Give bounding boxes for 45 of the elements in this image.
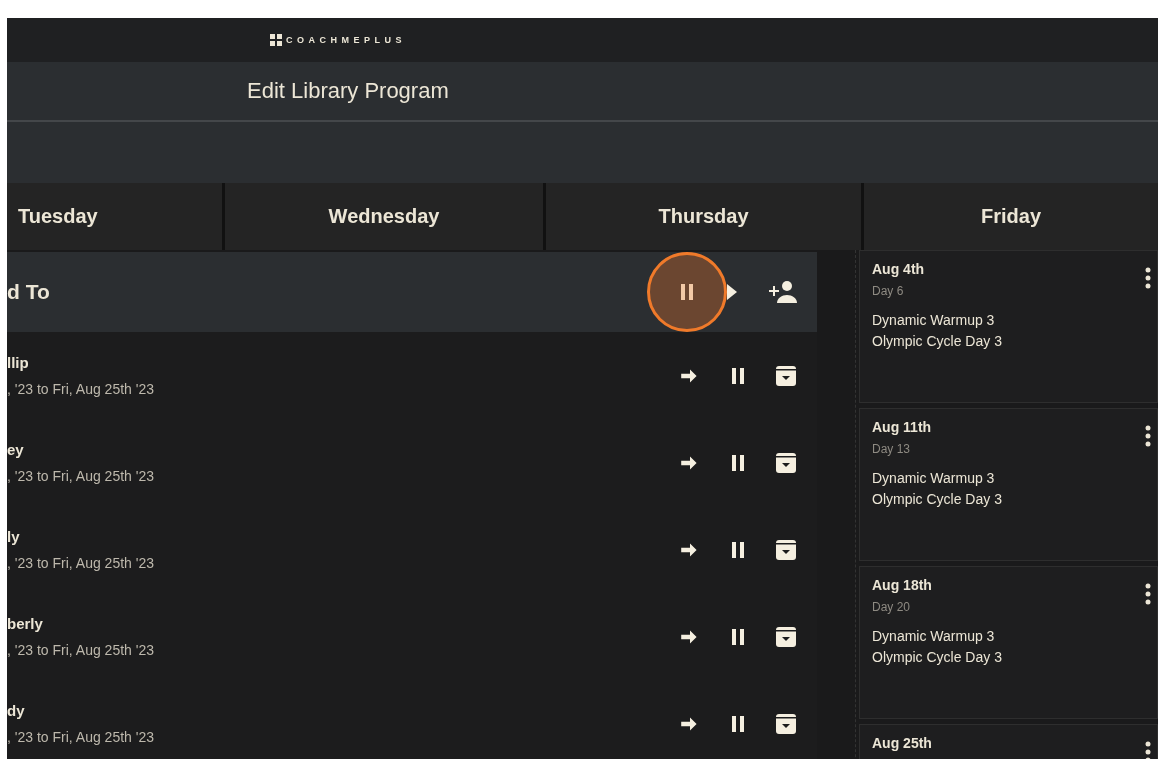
workout-name: Olympic Cycle Day 3	[872, 333, 1003, 349]
pause-icon	[680, 284, 694, 300]
athlete-name: dy	[7, 702, 26, 719]
logo-text: COACHMEPLUS	[286, 35, 406, 45]
card-date: Aug 4th	[872, 261, 926, 277]
date-range: , '23 to Fri, Aug 25th '23	[7, 468, 154, 484]
date-range: , '23 to Fri, Aug 25th '23	[7, 729, 154, 745]
workout-name: Olympic Cycle Day 3	[872, 491, 1003, 507]
workout-name: Dynamic Warmup 3	[872, 628, 996, 644]
athlete-name: ly	[7, 528, 21, 545]
more-icon[interactable]	[1145, 741, 1151, 759]
workout-card[interactable]: Aug 25th	[859, 724, 1158, 759]
day-header: Wednesday	[225, 183, 543, 250]
archive-icon[interactable]	[775, 451, 797, 474]
more-icon[interactable]	[1145, 267, 1151, 289]
day-header: Friday	[864, 183, 1158, 250]
panel-title: d To	[7, 280, 50, 304]
workout-name: Dynamic Warmup 3	[872, 470, 996, 486]
date-range: , '23 to Fri, Aug 25th '23	[7, 381, 154, 397]
more-icon[interactable]	[1145, 583, 1151, 605]
date-range: , '23 to Fri, Aug 25th '23	[7, 555, 154, 571]
day-header: Tuesday	[7, 183, 222, 250]
card-date: Aug 18th	[872, 577, 933, 593]
page-title: Edit Library Program	[247, 78, 449, 104]
archive-icon[interactable]	[775, 712, 797, 735]
workout-card[interactable]: Aug 11th Day 13 Dynamic Warmup 3 Olympic Cycle Day 3	[859, 408, 1158, 561]
card-date: Aug 11th	[872, 419, 933, 435]
athlete-name: llip	[7, 354, 30, 371]
archive-icon[interactable]	[775, 364, 797, 387]
workout-name: Olympic Cycle Day 3	[872, 649, 1003, 665]
card-day: Day 13	[872, 442, 1145, 456]
archive-icon[interactable]	[775, 625, 797, 648]
card-date: Aug 25th	[872, 735, 933, 751]
date-range: , '23 to Fri, Aug 25th '23	[7, 642, 154, 658]
workout-card[interactable]: Aug 4th Day 6 Dynamic Warmup 3 Olympic Cycle Day 3	[859, 250, 1158, 403]
card-day: Day 6	[872, 284, 1145, 298]
more-icon[interactable]	[1145, 425, 1151, 447]
card-day: Day 20	[872, 600, 1145, 614]
workout-name: Dynamic Warmup 3	[872, 312, 996, 328]
athlete-name: ey	[7, 441, 25, 458]
archive-icon[interactable]	[775, 538, 797, 561]
athlete-name: berly	[7, 615, 44, 632]
day-header: Thursday	[546, 183, 861, 250]
workout-card[interactable]: Aug 18th Day 20 Dynamic Warmup 3 Olympic Cycle Day 3	[859, 566, 1158, 719]
logo-icon	[270, 34, 282, 46]
